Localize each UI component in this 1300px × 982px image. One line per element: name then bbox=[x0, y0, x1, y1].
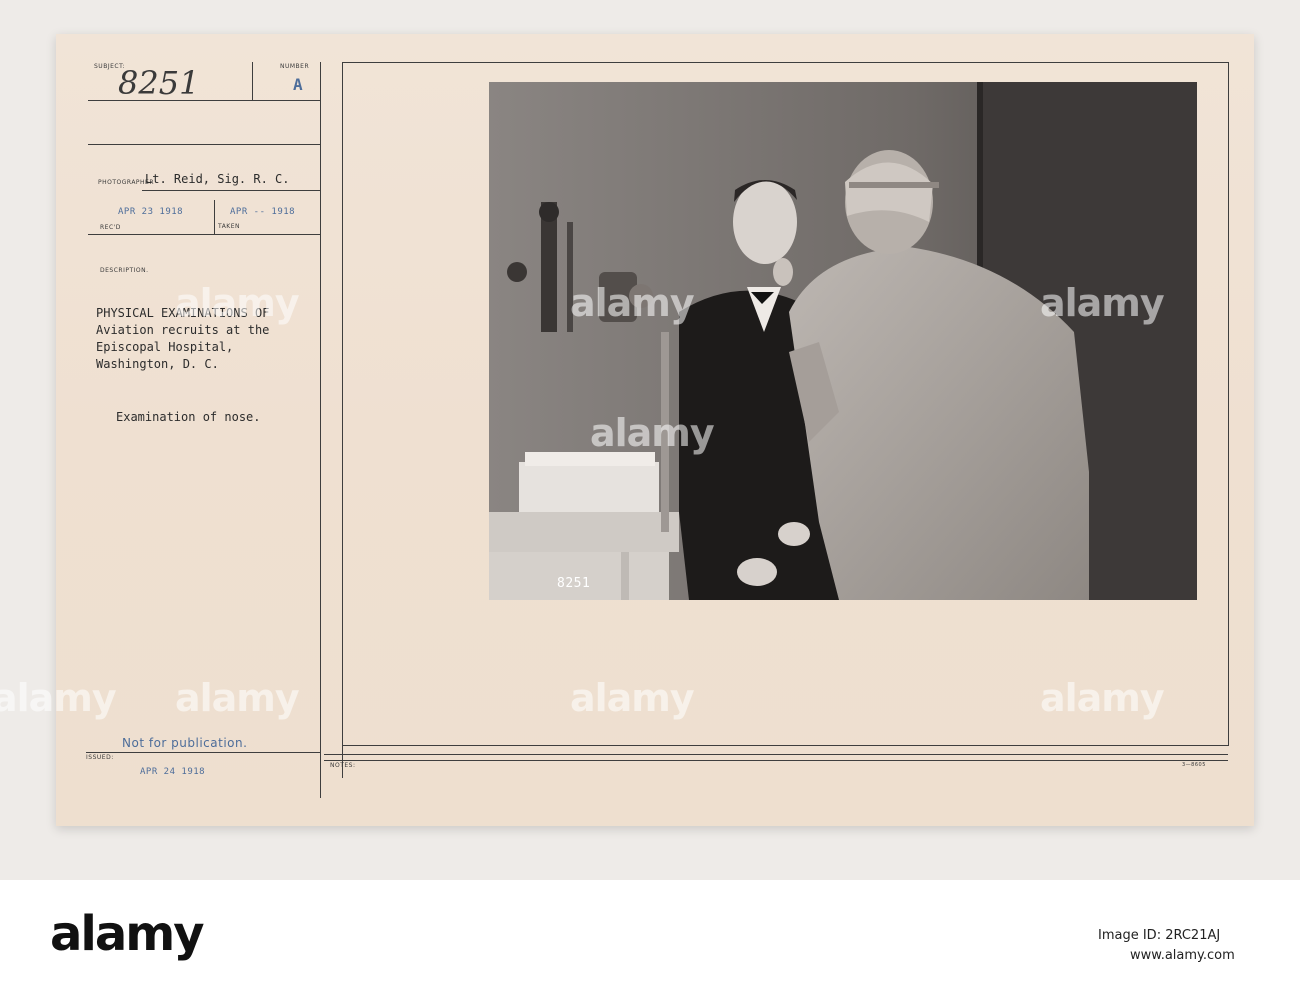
watermark-bottom-center: alamy bbox=[570, 676, 695, 720]
description-line-3: Episcopal Hospital, bbox=[96, 340, 234, 354]
watermark-top-center: alamy bbox=[570, 281, 695, 325]
form-code: 3—8605 bbox=[1182, 762, 1206, 768]
watermark-left-edge: alamy bbox=[0, 676, 117, 720]
not-for-publication-stamp: Not for publication. bbox=[122, 736, 248, 750]
examination-text: Examination of nose. bbox=[116, 410, 261, 424]
examination-photograph: 8251 bbox=[489, 82, 1197, 600]
right-frame-left bbox=[342, 62, 343, 778]
taken-label: TAKEN bbox=[218, 223, 241, 230]
description-label: DESCRIPTION. bbox=[100, 267, 149, 274]
recd-label: REC'D bbox=[100, 224, 121, 231]
subject-number-divider bbox=[252, 62, 253, 100]
notes-label: NOTES: bbox=[330, 762, 356, 769]
left-column-divider bbox=[320, 62, 321, 798]
number-label: NUMBER bbox=[280, 63, 310, 70]
right-frame-top bbox=[342, 62, 1229, 63]
subject-number-handwritten: 8251 bbox=[118, 64, 200, 102]
site-url: www.alamy.com bbox=[1130, 948, 1235, 963]
description-line-4: Washington, D. C. bbox=[96, 357, 219, 371]
photo-negative-number: 8251 bbox=[557, 576, 591, 591]
date-row-rule bbox=[88, 234, 320, 235]
issued-rule bbox=[86, 752, 320, 753]
watermark-mid-center: alamy bbox=[590, 411, 715, 455]
photographer-rule bbox=[142, 190, 320, 191]
issued-label: ISSUED: bbox=[86, 754, 114, 761]
right-frame-bottom bbox=[342, 745, 1229, 746]
watermark-bottom-left: alamy bbox=[175, 676, 300, 720]
watermark-top-left: alamy bbox=[175, 281, 300, 325]
photographer-value: Lt. Reid, Sig. R. C. bbox=[145, 172, 290, 186]
brand-logo: alamy bbox=[50, 906, 205, 962]
received-date-stamp: APR 23 1918 bbox=[118, 207, 184, 217]
header-rule bbox=[88, 144, 320, 145]
photograph-scene bbox=[489, 82, 1197, 600]
image-id-text: Image ID: 2RC21AJ bbox=[1098, 928, 1221, 943]
notes-rule-top bbox=[324, 754, 1228, 755]
issued-date-stamp: APR 24 1918 bbox=[140, 767, 206, 777]
watermark-top-right: alamy bbox=[1040, 281, 1165, 325]
description-line-2: Aviation recruits at the bbox=[96, 323, 270, 337]
watermark-bottom-right: alamy bbox=[1040, 676, 1165, 720]
right-frame-right bbox=[1228, 62, 1229, 746]
taken-date-stamp: APR -- 1918 bbox=[230, 207, 296, 217]
notes-rule-bottom bbox=[324, 760, 1228, 761]
number-value: A bbox=[293, 75, 304, 94]
recd-taken-divider bbox=[214, 200, 215, 234]
